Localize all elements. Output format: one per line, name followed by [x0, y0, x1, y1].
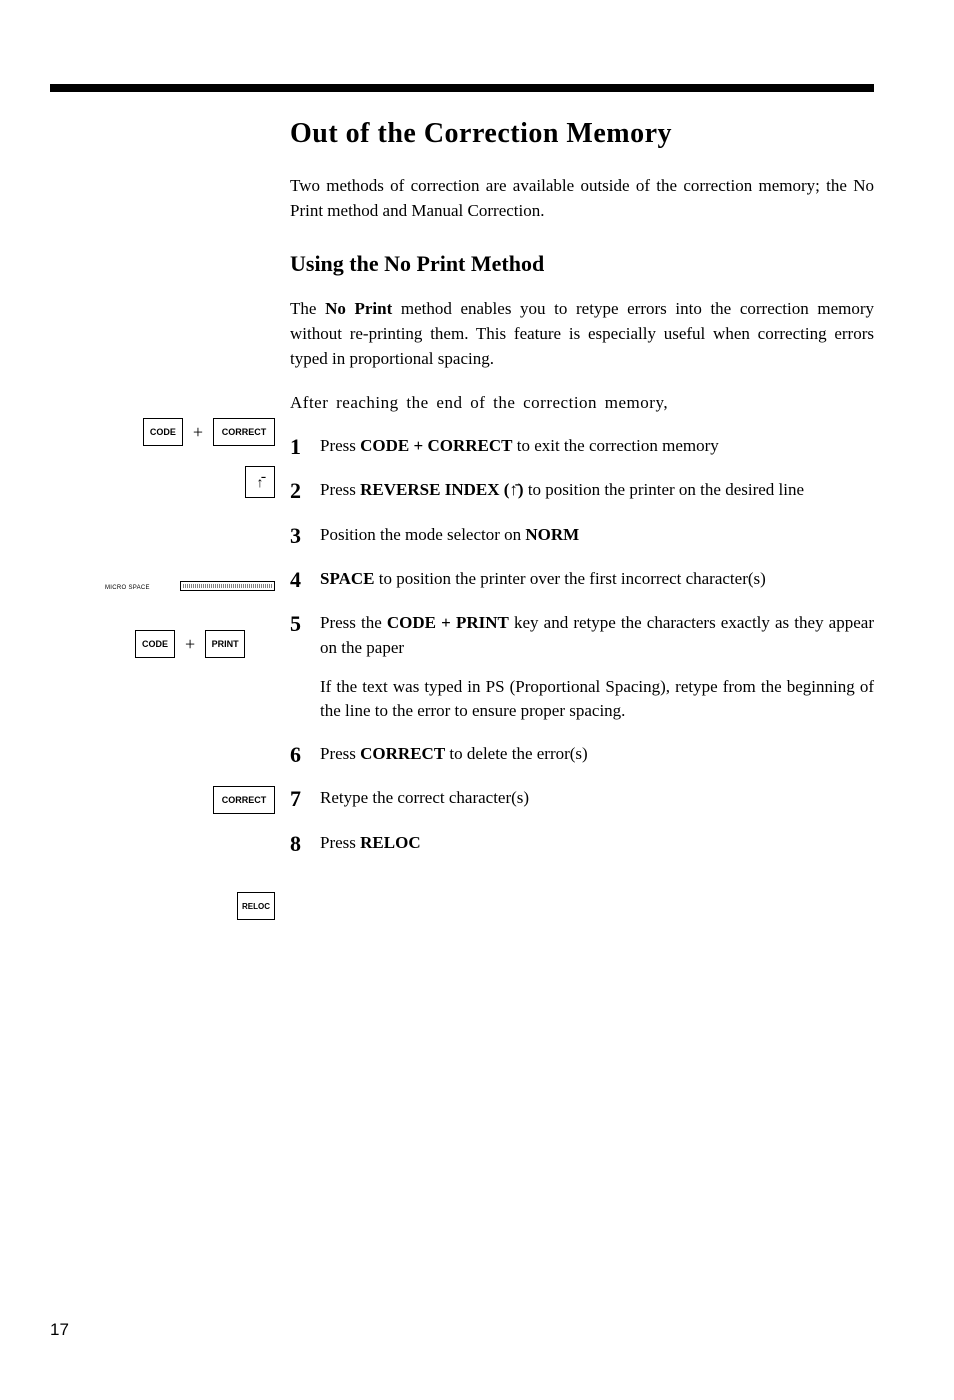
key-print: PRINT: [205, 630, 245, 658]
key-illustration-step2: ↑̄: [105, 466, 275, 498]
page: CODE + CORRECT ↑̄ MICRO SPACE CODE + PRI…: [0, 0, 954, 1400]
step-text: Press CORRECT to delete the error(s): [320, 742, 874, 767]
key-code-2: CODE: [135, 630, 175, 658]
key-correct: CORRECT: [213, 418, 275, 446]
step-3: 3 Position the mode selector on NORM: [290, 523, 874, 549]
step-list: 1 Press CODE + CORRECT to exit the corre…: [290, 434, 874, 857]
key-illustration-step8: RELOC: [105, 892, 275, 920]
plus-icon-2: +: [185, 634, 195, 655]
intro-paragraph: Two methods of correction are available …: [290, 174, 874, 223]
key-spacebar: [180, 581, 275, 591]
step-text: Press the CODE + PRINT key and retype th…: [320, 611, 874, 724]
step-number: 3: [290, 523, 320, 549]
step-note: If the text was typed in PS (Proportiona…: [320, 675, 874, 724]
step-number: 2: [290, 478, 320, 504]
step-number: 4: [290, 567, 320, 593]
key-reloc: RELOC: [237, 892, 275, 920]
micro-space-label: MICRO SPACE: [105, 585, 150, 591]
key-illustration-step4: MICRO SPACE: [105, 581, 275, 591]
step-text: SPACE to position the printer over the f…: [320, 567, 874, 592]
plus-icon: +: [193, 422, 203, 443]
step-6: 6 Press CORRECT to delete the error(s): [290, 742, 874, 768]
step-1: 1 Press CODE + CORRECT to exit the corre…: [290, 434, 874, 460]
step-text: Retype the correct character(s): [320, 786, 874, 811]
page-title: Out of the Correction Memory: [290, 118, 874, 150]
step-text: Press CODE + CORRECT to exit the correct…: [320, 434, 874, 459]
step-number: 6: [290, 742, 320, 768]
step-text: Press REVERSE INDEX (↑̄) to position the…: [320, 478, 874, 503]
step-number: 8: [290, 831, 320, 857]
step-number: 7: [290, 786, 320, 812]
step-7: 7 Retype the correct character(s): [290, 786, 874, 812]
key-code: CODE: [143, 418, 183, 446]
step-number: 5: [290, 611, 320, 637]
step-number: 1: [290, 434, 320, 460]
section-heading: Using the No Print Method: [290, 251, 874, 277]
key-illustration-step6: CORRECT: [105, 786, 275, 814]
body-paragraph-1: The No Print method enables you to retyp…: [290, 297, 874, 371]
key-correct-2: CORRECT: [213, 786, 275, 814]
step-text: Position the mode selector on NORM: [320, 523, 874, 548]
step-8: 8 Press RELOC: [290, 831, 874, 857]
content-column: Out of the Correction Memory Two methods…: [290, 118, 874, 875]
lead-in: After reaching the end of the correction…: [290, 391, 874, 416]
key-illustration-step5: CODE + PRINT: [105, 630, 275, 658]
key-illustration-step1: CODE + CORRECT: [105, 418, 275, 446]
top-rule: [50, 84, 874, 92]
page-number: 17: [50, 1320, 69, 1340]
step-2: 2 Press REVERSE INDEX (↑̄) to position t…: [290, 478, 874, 504]
step-5: 5 Press the CODE + PRINT key and retype …: [290, 611, 874, 724]
step-text: Press RELOC: [320, 831, 874, 856]
key-reverse-index: ↑̄: [245, 466, 275, 498]
step-4: 4 SPACE to position the printer over the…: [290, 567, 874, 593]
